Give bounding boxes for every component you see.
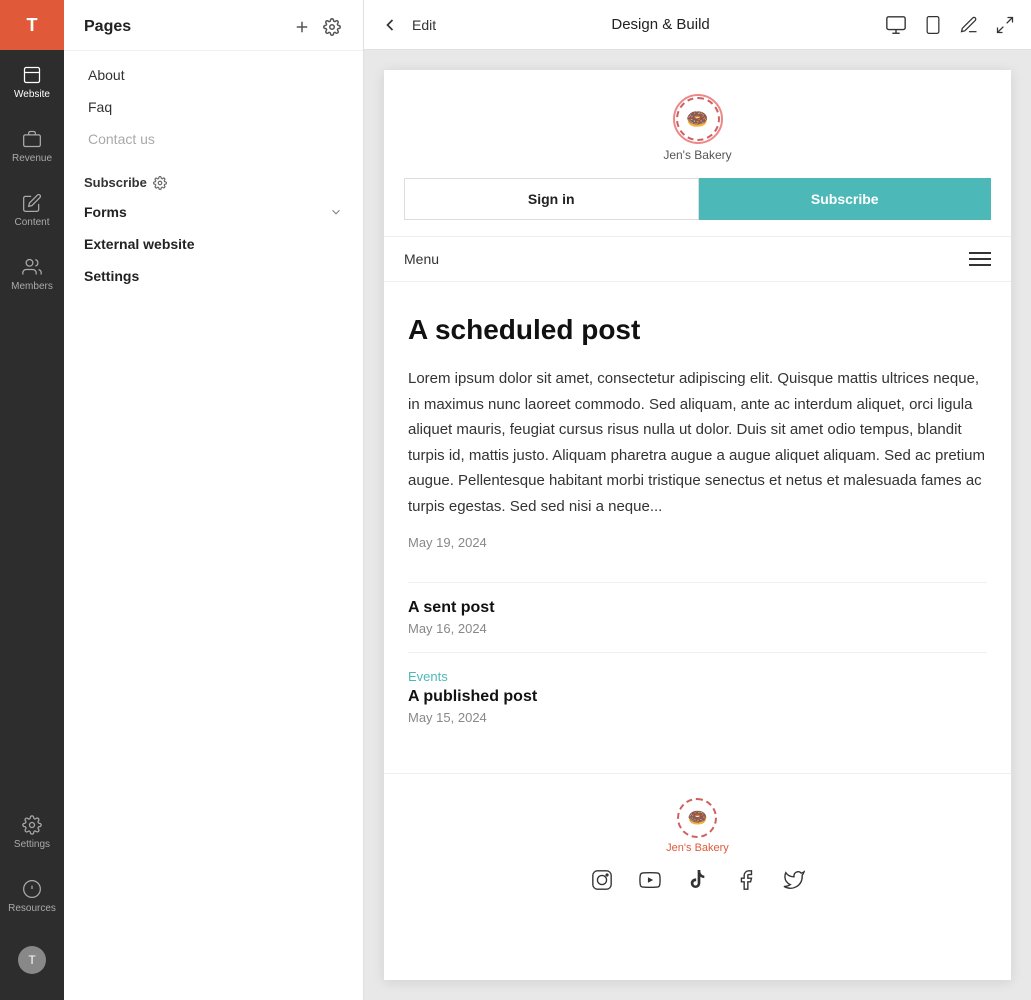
site-footer: 🍩 Jen's Bakery [384,773,1011,918]
main-post-body: Lorem ipsum dolor sit amet, consectetur … [408,366,987,519]
icon-sidebar-bottom: Settings Resources T [0,800,64,1000]
logo-inner: 🍩 [676,97,720,141]
edit-label: Edit [412,17,436,33]
footer-logo-icon: 🍩 [677,798,717,838]
site-header: 🍩 Jen's Bakery Sign in Subscribe [384,70,1011,237]
sidebar-item-resources-label: Resources [8,903,56,914]
page-item-contact[interactable]: Contact us [64,123,363,155]
tiktok-icon[interactable] [684,866,712,894]
page-item-about[interactable]: About [64,59,363,91]
add-page-button[interactable] [291,16,313,38]
youtube-icon[interactable] [636,866,664,894]
preview-area: 🍩 Jen's Bakery Sign in Subscribe Menu [364,50,1031,1000]
edit-pen-icon[interactable] [959,15,979,35]
site-nav: Menu [384,237,1011,282]
pages-panel: Pages About Faq Contact us Subscribe [64,0,364,1000]
sidebar-item-resources[interactable]: Resources [0,864,64,928]
list-item: A sent post May 16, 2024 [408,582,987,652]
footer-site-name: Jen's Bakery [666,842,729,854]
post-1-date: May 16, 2024 [408,621,987,636]
icon-sidebar: T Website Revenue Content [0,0,64,1000]
desktop-view-icon[interactable] [885,14,907,36]
sidebar-item-website-label: Website [14,89,50,100]
subscribe-section-label: Subscribe [64,163,363,196]
footer-social [588,866,808,894]
main-post-title: A scheduled post [408,314,987,346]
sidebar-item-revenue[interactable]: Revenue [0,114,64,178]
pages-title: Pages [84,18,131,36]
avatar-button[interactable]: T [0,0,64,50]
pages-header-icons [291,16,343,38]
list-item: Events A published post May 15, 2024 [408,652,987,741]
facebook-icon[interactable] [732,866,760,894]
external-website-item[interactable]: External website [64,228,363,260]
main-post-date: May 19, 2024 [408,535,987,550]
top-bar: Edit Design & Build [364,0,1031,50]
site-content: A scheduled post Lorem ipsum dolor sit a… [384,282,1011,773]
page-item-faq[interactable]: Faq [64,91,363,123]
forms-section-item[interactable]: Forms [64,196,363,228]
site-buttons: Sign in Subscribe [404,178,991,220]
top-bar-right [885,14,1015,36]
twitter-icon[interactable] [780,866,808,894]
post-2-title[interactable]: A published post [408,688,987,706]
subscribe-button[interactable]: Subscribe [699,178,992,220]
pages-list: About Faq Contact us [64,51,363,163]
expand-icon[interactable] [995,15,1015,35]
footer-logo: 🍩 Jen's Bakery [666,798,729,854]
sidebar-item-content-label: Content [14,217,49,228]
site-logo: 🍩 [673,94,723,144]
back-button[interactable] [380,15,400,35]
hamburger-menu[interactable] [969,252,991,266]
main-area: Edit Design & Build [364,0,1031,1000]
pages-settings-button[interactable] [321,16,343,38]
preview-frame: 🍩 Jen's Bakery Sign in Subscribe Menu [384,70,1011,980]
sidebar-item-website[interactable]: Website [0,50,64,114]
sidebar-item-settings-label: Settings [14,839,50,850]
sidebar-item-revenue-label: Revenue [12,153,52,164]
user-avatar-bottom[interactable]: T [0,928,64,992]
sidebar-item-members[interactable]: Members [0,242,64,306]
post-1-title[interactable]: A sent post [408,599,987,617]
icon-sidebar-top: T Website Revenue Content [0,0,64,306]
sign-in-button[interactable]: Sign in [404,178,699,220]
mobile-view-icon[interactable] [923,15,943,35]
nav-menu-label: Menu [404,251,439,267]
sidebar-item-members-label: Members [11,281,53,292]
sidebar-item-settings[interactable]: Settings [0,800,64,864]
post-2-tag: Events [408,669,987,684]
pages-panel-header: Pages [64,0,363,51]
post-2-date: May 15, 2024 [408,710,987,725]
sidebar-item-content[interactable]: Content [0,178,64,242]
site-name-header: Jen's Bakery [663,148,731,162]
top-bar-center-title: Design & Build [448,16,873,33]
instagram-icon[interactable] [588,866,616,894]
settings-item[interactable]: Settings [64,260,363,292]
